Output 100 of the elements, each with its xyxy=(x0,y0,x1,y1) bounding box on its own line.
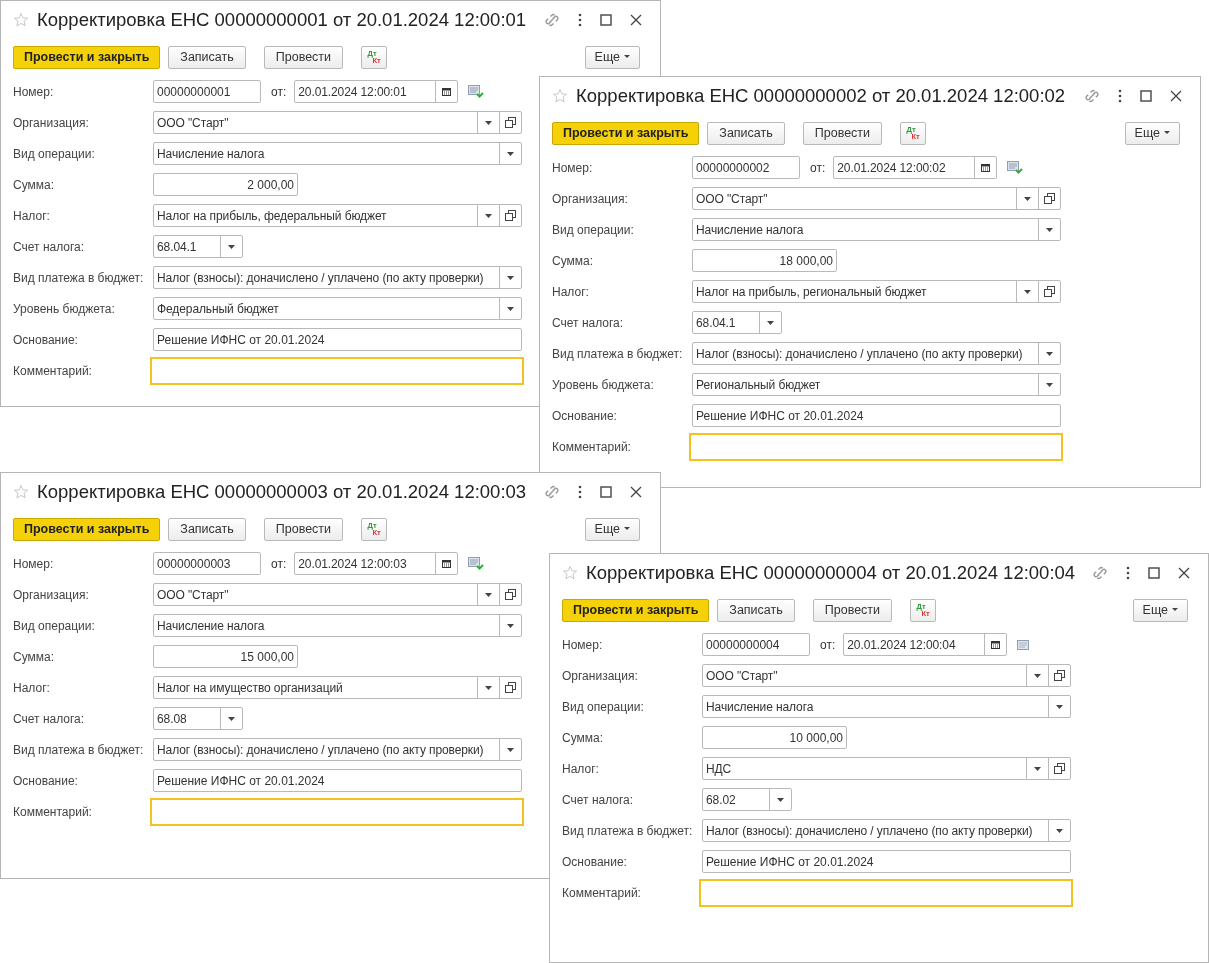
amount-field[interactable]: 10 000,00 xyxy=(702,726,847,749)
dropdown-caret-icon[interactable] xyxy=(1046,382,1053,387)
more-icon[interactable] xyxy=(1118,89,1122,103)
post-and-close-button[interactable]: Провести и закрыть xyxy=(562,598,710,622)
dropdown-caret-icon[interactable] xyxy=(1056,828,1063,833)
dropdown-field[interactable]: ООО "Старт" xyxy=(153,583,522,606)
more-icon[interactable] xyxy=(1126,566,1130,580)
dropdown-caret-icon[interactable] xyxy=(507,623,514,628)
dropdown-caret-icon[interactable] xyxy=(507,306,514,311)
more-button[interactable]: Еще xyxy=(584,517,640,541)
open-icon[interactable] xyxy=(1054,670,1065,681)
dropdown-caret-icon[interactable] xyxy=(1056,704,1063,709)
more-icon[interactable] xyxy=(578,13,582,27)
open-icon[interactable] xyxy=(505,589,516,600)
dropdown-field[interactable]: Начисление налога xyxy=(692,218,1061,241)
open-icon[interactable] xyxy=(1044,193,1055,204)
maximize-icon[interactable] xyxy=(600,14,612,26)
more-button[interactable]: Еще xyxy=(1124,121,1180,145)
link-icon[interactable] xyxy=(1084,88,1100,104)
dropdown-field[interactable]: Налог (взносы): доначислено / уплачено (по акту проверки) xyxy=(153,266,522,289)
dropdown-caret-icon[interactable] xyxy=(507,747,514,752)
dropdown-field[interactable]: Федеральный бюджет xyxy=(153,297,522,320)
dropdown-caret-icon[interactable] xyxy=(507,151,514,156)
close-icon[interactable] xyxy=(1170,90,1182,102)
dropdown-field[interactable]: Начисление налога xyxy=(153,142,522,165)
amount-field[interactable]: 15 000,00 xyxy=(153,645,298,668)
dropdown-field[interactable]: Налог (взносы): доначислено / уплачено (по акту проверки) xyxy=(153,738,522,761)
link-icon[interactable] xyxy=(544,12,560,28)
star-icon[interactable] xyxy=(13,12,29,28)
text-field[interactable]: Решение ИФНС от 20.01.2024 xyxy=(702,850,1071,873)
dropdown-field[interactable]: Налог на имущество организаций xyxy=(153,676,522,699)
dropdown-field[interactable]: ООО "Старт" xyxy=(692,187,1061,210)
comment-field[interactable] xyxy=(150,356,524,385)
post-and-close-button[interactable]: Провести и закрыть xyxy=(13,517,161,541)
more-button[interactable]: Еще xyxy=(1132,598,1188,622)
toolbar-button[interactable]: Записать xyxy=(168,517,246,541)
more-button[interactable]: Еще xyxy=(584,45,640,69)
close-icon[interactable] xyxy=(630,486,642,498)
dropdown-field[interactable]: ООО "Старт" xyxy=(702,664,1071,687)
comment-field[interactable] xyxy=(689,432,1063,461)
dropdown-caret-icon[interactable] xyxy=(485,592,492,597)
toolbar-button[interactable]: Провести xyxy=(812,598,893,622)
toolbar-button[interactable]: Записать xyxy=(168,45,246,69)
open-icon[interactable] xyxy=(1044,286,1055,297)
date-field[interactable]: 20.01.2024 12:00:04 xyxy=(843,633,1008,656)
text-field[interactable]: Решение ИФНС от 20.01.2024 xyxy=(153,769,522,792)
maximize-icon[interactable] xyxy=(600,486,612,498)
dropdown-field[interactable]: 68.04.1 xyxy=(692,311,782,334)
dropdown-field[interactable]: Начисление налога xyxy=(153,614,522,637)
dropdown-caret-icon[interactable] xyxy=(485,685,492,690)
dropdown-field[interactable]: Налог на прибыль, региональный бюджет xyxy=(692,280,1061,303)
date-field[interactable]: 20.01.2024 12:00:01 xyxy=(294,80,459,103)
comment-field[interactable] xyxy=(150,797,524,826)
dropdown-caret-icon[interactable] xyxy=(1024,289,1031,294)
dropdown-caret-icon[interactable] xyxy=(767,320,774,325)
dropdown-field[interactable]: НДС xyxy=(702,757,1071,780)
toolbar-button[interactable]: Провести xyxy=(802,121,883,145)
dropdown-field[interactable]: ООО "Старт" xyxy=(153,111,522,134)
dropdown-caret-icon[interactable] xyxy=(1034,766,1041,771)
dropdown-caret-icon[interactable] xyxy=(228,716,235,721)
open-icon[interactable] xyxy=(1054,763,1065,774)
amount-field[interactable]: 18 000,00 xyxy=(692,249,837,272)
toolbar-button[interactable]: Провести xyxy=(263,517,344,541)
dropdown-caret-icon[interactable] xyxy=(228,244,235,249)
close-icon[interactable] xyxy=(1178,567,1190,579)
star-icon[interactable] xyxy=(13,484,29,500)
dropdown-caret-icon[interactable] xyxy=(1046,227,1053,232)
dropdown-caret-icon[interactable] xyxy=(485,120,492,125)
number-field[interactable]: 00000000004 xyxy=(702,633,810,656)
dropdown-field[interactable]: Налог на прибыль, федеральный бюджет xyxy=(153,204,522,227)
post-and-close-button[interactable]: Провести и закрыть xyxy=(13,45,161,69)
maximize-icon[interactable] xyxy=(1148,567,1160,579)
star-icon[interactable] xyxy=(552,88,568,104)
more-icon[interactable] xyxy=(578,485,582,499)
number-field[interactable]: 00000000002 xyxy=(692,156,800,179)
dropdown-caret-icon[interactable] xyxy=(1034,673,1041,678)
dropdown-caret-icon[interactable] xyxy=(777,797,784,802)
dropdown-caret-icon[interactable] xyxy=(1024,196,1031,201)
link-icon[interactable] xyxy=(1092,565,1108,581)
dropdown-field[interactable]: Налог (взносы): доначислено / уплачено (по акту проверки) xyxy=(692,342,1061,365)
star-icon[interactable] xyxy=(562,565,578,581)
calendar-icon[interactable] xyxy=(442,559,452,568)
open-icon[interactable] xyxy=(505,210,516,221)
maximize-icon[interactable] xyxy=(1140,90,1152,102)
dropdown-field[interactable]: Региональный бюджет xyxy=(692,373,1061,396)
close-icon[interactable] xyxy=(630,14,642,26)
date-field[interactable]: 20.01.2024 12:00:03 xyxy=(294,552,459,575)
dropdown-caret-icon[interactable] xyxy=(507,275,514,280)
dropdown-field[interactable]: 68.08 xyxy=(153,707,243,730)
comment-field[interactable] xyxy=(699,878,1073,907)
post-and-close-button[interactable]: Провести и закрыть xyxy=(552,121,700,145)
dropdown-field[interactable]: 68.02 xyxy=(702,788,792,811)
open-icon[interactable] xyxy=(505,117,516,128)
toolbar-button[interactable]: Провести xyxy=(263,45,344,69)
link-icon[interactable] xyxy=(544,484,560,500)
calendar-icon[interactable] xyxy=(981,163,991,172)
date-field[interactable]: 20.01.2024 12:00:02 xyxy=(833,156,998,179)
calendar-icon[interactable] xyxy=(991,640,1001,649)
text-field[interactable]: Решение ИФНС от 20.01.2024 xyxy=(153,328,522,351)
toolbar-button[interactable]: Записать xyxy=(717,598,795,622)
